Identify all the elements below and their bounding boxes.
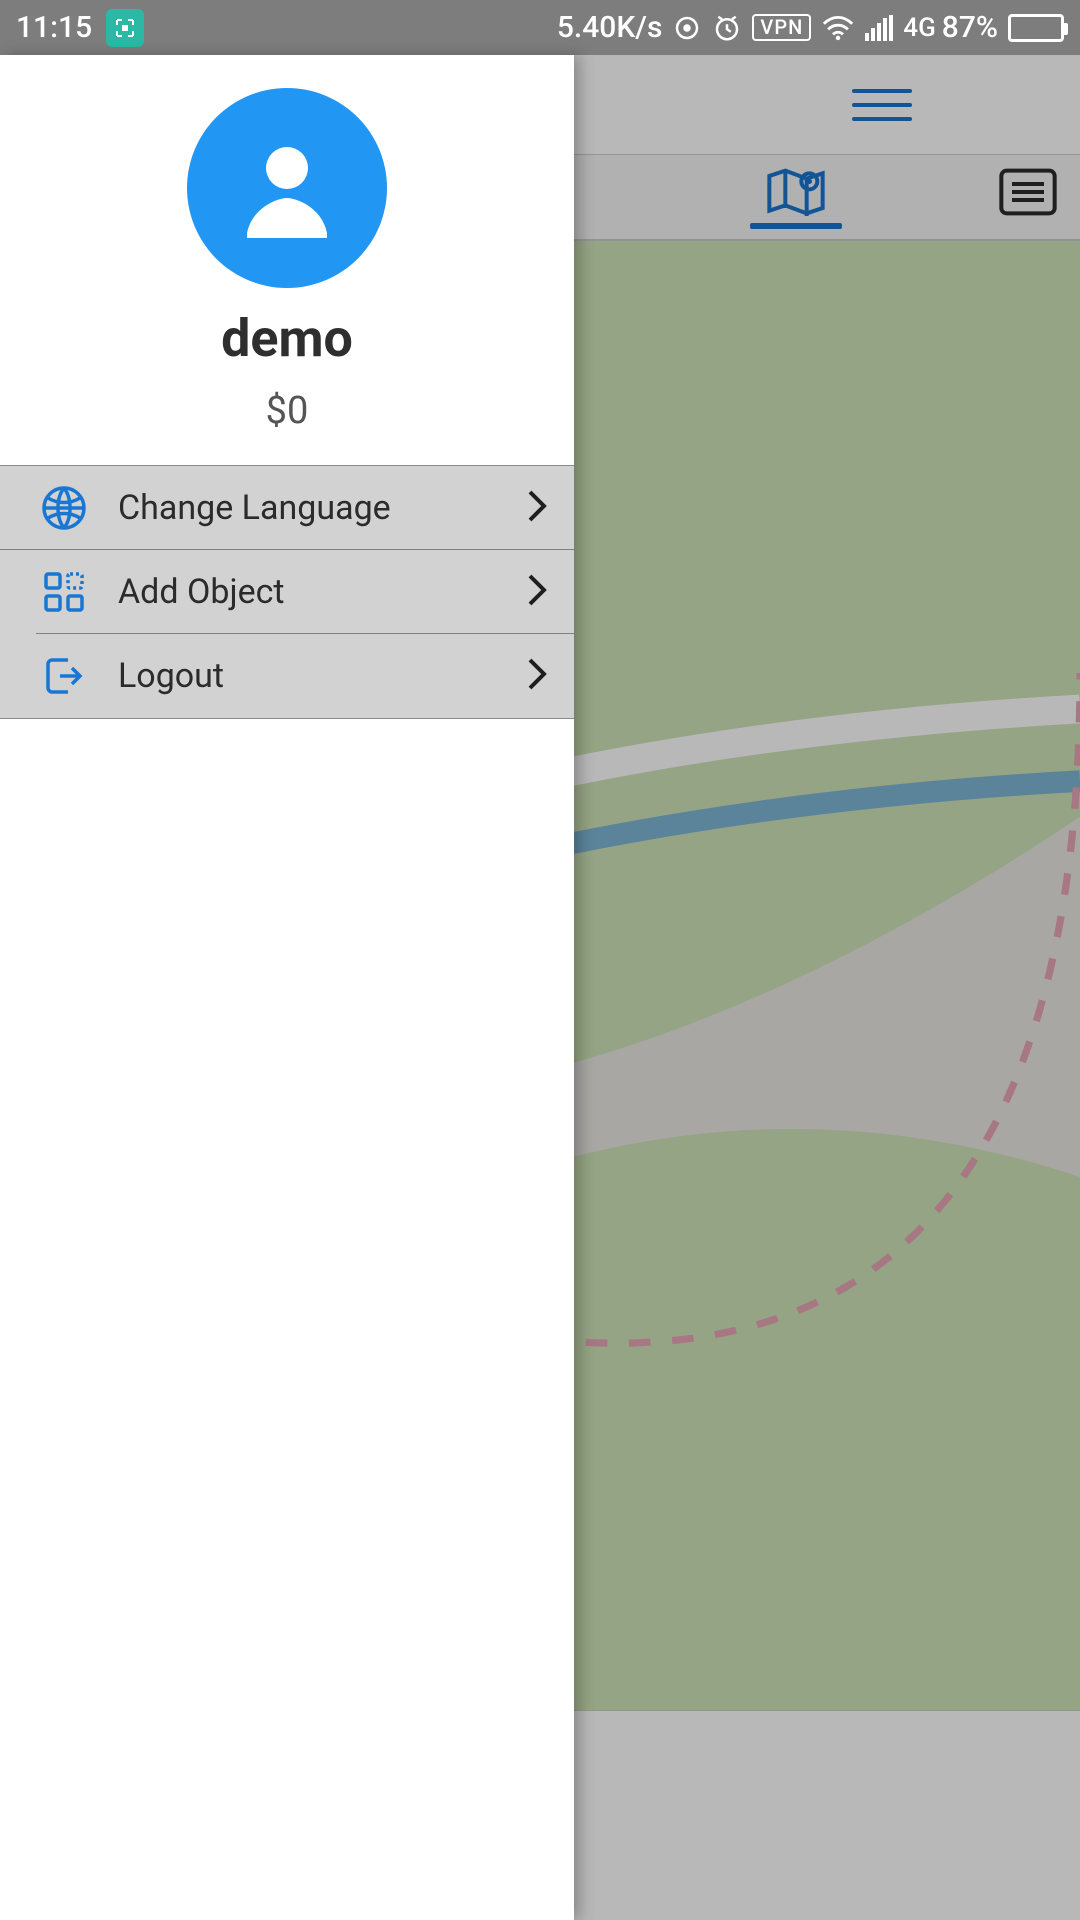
alarm-icon bbox=[712, 13, 742, 43]
location-target-icon bbox=[672, 13, 702, 43]
drawer-menu: Change Language Add Object bbox=[0, 465, 574, 719]
chevron-right-icon bbox=[522, 654, 550, 698]
menu-label: Change Language bbox=[118, 488, 522, 528]
battery-icon bbox=[1008, 14, 1064, 42]
status-time: 11:15 bbox=[16, 10, 92, 45]
grid-icon bbox=[36, 564, 92, 620]
menu-item-change-language[interactable]: Change Language bbox=[0, 466, 574, 550]
menu-item-logout[interactable]: Logout bbox=[36, 634, 574, 718]
profile-section: demo $0 bbox=[0, 55, 574, 465]
network-type: 4G bbox=[903, 13, 936, 43]
menu-label: Logout bbox=[118, 656, 522, 696]
menu-label: Add Object bbox=[118, 572, 522, 612]
signal-icon bbox=[865, 15, 893, 41]
menu-item-add-object[interactable]: Add Object bbox=[36, 550, 574, 634]
globe-icon bbox=[36, 480, 92, 536]
logout-icon bbox=[36, 648, 92, 704]
scrim-overlay[interactable] bbox=[574, 55, 1080, 1920]
side-drawer: demo $0 Change Language bbox=[0, 55, 574, 1920]
avatar[interactable] bbox=[187, 88, 387, 288]
profile-balance: $0 bbox=[266, 389, 309, 433]
chevron-right-icon bbox=[522, 486, 550, 530]
status-bar: 11:15 5.40K/s VPN 4G 87% bbox=[0, 0, 1080, 55]
scan-app-icon bbox=[106, 9, 144, 47]
profile-username: demo bbox=[221, 308, 353, 369]
wifi-icon bbox=[821, 13, 855, 43]
net-speed: 5.40K/s bbox=[557, 10, 663, 45]
vpn-icon: VPN bbox=[752, 14, 811, 41]
battery-percent: 87% bbox=[942, 10, 998, 45]
chevron-right-icon bbox=[522, 570, 550, 614]
